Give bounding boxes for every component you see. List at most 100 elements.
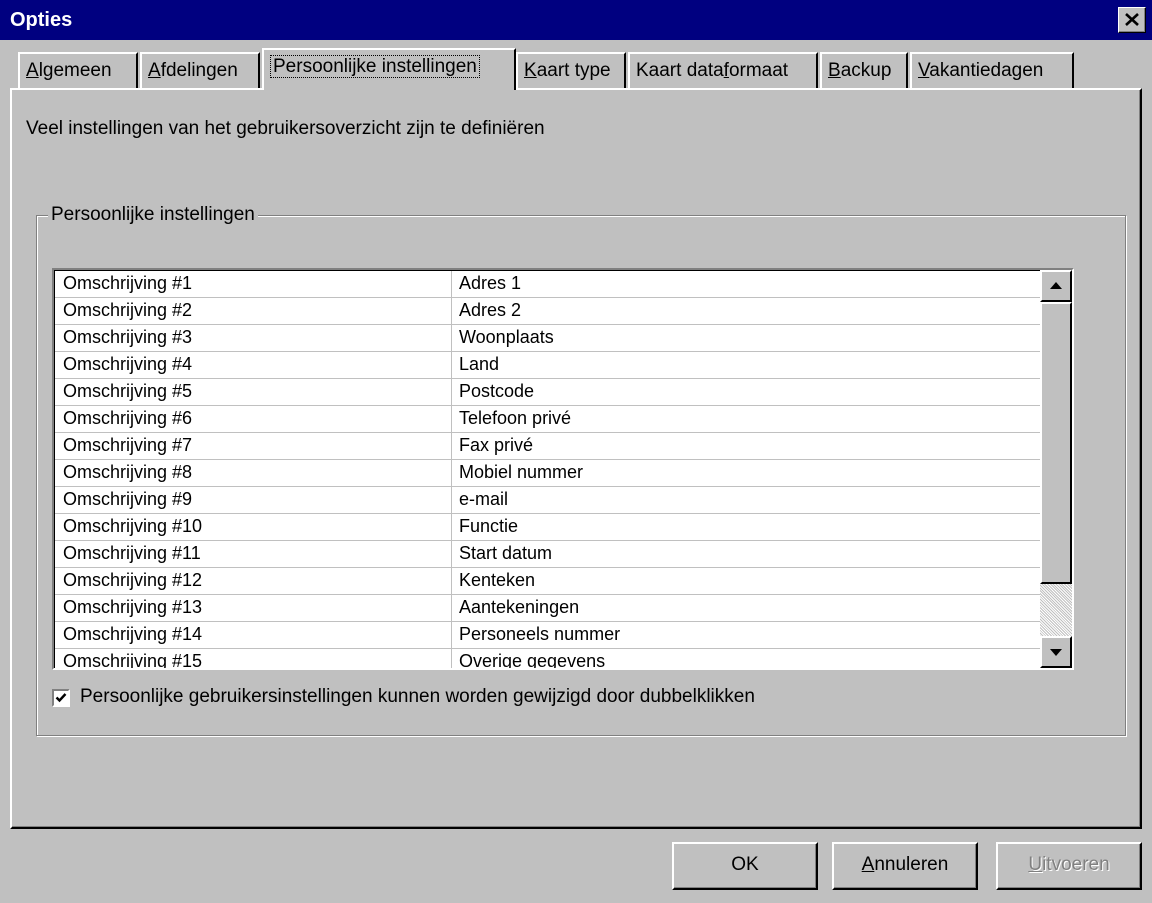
row-value: Kenteken bbox=[459, 570, 536, 590]
row-description: Omschrijving #1 bbox=[63, 273, 193, 293]
list-row[interactable]: Omschrijving #1 Adres 1 bbox=[55, 271, 1041, 298]
tab-label: A bbox=[26, 60, 39, 81]
scroll-down-button[interactable] bbox=[1040, 636, 1072, 668]
row-value: Personeels nummer bbox=[459, 624, 621, 644]
row-value: Aantekeningen bbox=[459, 597, 580, 617]
row-value: Telefoon privé bbox=[459, 408, 572, 428]
row-description: Omschrijving #8 bbox=[63, 462, 193, 482]
list-row[interactable]: Omschrijving #12 Kenteken bbox=[55, 568, 1041, 595]
list-row[interactable]: Omschrijving #6 Telefoon privé bbox=[55, 406, 1041, 433]
close-button[interactable] bbox=[1118, 7, 1146, 33]
row-value: Functie bbox=[459, 516, 519, 536]
tab-label: fdelingen bbox=[160, 60, 238, 81]
ok-button[interactable]: OK bbox=[672, 842, 818, 890]
column-separator bbox=[451, 352, 452, 379]
panel-description: Veel instellingen van het gebruikersover… bbox=[26, 118, 545, 139]
column-separator bbox=[451, 379, 452, 406]
row-description: Omschrijving #10 bbox=[63, 516, 203, 536]
tab-label: B bbox=[828, 60, 841, 81]
row-description: Omschrijving #4 bbox=[63, 354, 193, 374]
scrollbar-thumb[interactable] bbox=[1040, 302, 1072, 584]
row-value: Fax privé bbox=[459, 435, 534, 455]
list-row[interactable]: Omschrijving #7 Fax privé bbox=[55, 433, 1041, 460]
settings-list-rows: Omschrijving #1 Adres 1 Omschrijving #2 Adr… bbox=[54, 270, 1041, 669]
list-row[interactable]: Omschrijving #3 Woonplaats bbox=[55, 325, 1041, 352]
list-row[interactable]: Omschrijving #14 Personeels nummer bbox=[55, 622, 1041, 649]
apply-button[interactable]: Uitvoeren bbox=[996, 842, 1142, 890]
column-separator bbox=[451, 649, 452, 668]
edit-by-doubleclick-checkbox[interactable] bbox=[52, 689, 70, 707]
arrow-up-icon bbox=[1050, 282, 1062, 289]
tab-kaart-type[interactable]: Kaart type bbox=[516, 52, 626, 88]
groupbox-title: Persoonlijke instellingen bbox=[48, 204, 258, 226]
row-value: Woonplaats bbox=[459, 327, 554, 347]
apply-button-label: U bbox=[1028, 854, 1043, 875]
row-value: Adres 2 bbox=[459, 300, 522, 320]
row-description: Omschrijving #11 bbox=[63, 543, 201, 563]
row-description: Omschrijving #7 bbox=[63, 435, 193, 455]
tab-label: V bbox=[918, 60, 930, 81]
row-value: Mobiel nummer bbox=[459, 462, 584, 482]
tab-label: Persoonlijke instellingen bbox=[270, 55, 480, 78]
column-separator bbox=[451, 541, 452, 568]
list-row[interactable]: Omschrijving #5 Postcode bbox=[55, 379, 1041, 406]
list-row[interactable]: Omschrijving #11 Start datum bbox=[55, 541, 1041, 568]
cancel-button[interactable]: Annuleren bbox=[832, 842, 978, 890]
title-bar[interactable]: Opties bbox=[0, 0, 1152, 40]
window-title: Opties bbox=[10, 9, 73, 31]
tab-label: ormaat bbox=[728, 60, 789, 81]
tab-algemeen[interactable]: Algemeen bbox=[18, 52, 138, 88]
row-description: Omschrijving #3 bbox=[63, 327, 193, 347]
scrollbar-track-page-down[interactable] bbox=[1040, 584, 1072, 638]
row-value: Adres 1 bbox=[459, 273, 522, 293]
checkbox-label: Persoonlijke gebruikersinstellingen kunn… bbox=[80, 686, 755, 707]
ok-button-label: OK bbox=[731, 854, 759, 875]
column-separator bbox=[451, 460, 452, 487]
tab-label: K bbox=[524, 60, 537, 81]
tab-kaart-dataformaat[interactable]: Kaart dataformaat bbox=[628, 52, 818, 88]
tab-label: lgemeen bbox=[38, 60, 112, 81]
column-separator bbox=[451, 271, 452, 298]
tab-label: ackup bbox=[840, 60, 892, 81]
tab-afdelingen[interactable]: Afdelingen bbox=[140, 52, 260, 88]
close-icon bbox=[1125, 13, 1139, 26]
column-separator bbox=[451, 622, 452, 649]
list-row[interactable]: Omschrijving #10 Functie bbox=[55, 514, 1041, 541]
tab-persoonlijke-instellingen[interactable]: Persoonlijke instellingen bbox=[262, 48, 516, 90]
vertical-scrollbar[interactable] bbox=[1040, 270, 1072, 668]
column-separator bbox=[451, 487, 452, 514]
row-value: Overige gegevens bbox=[459, 651, 606, 669]
row-description: Omschrijving #13 bbox=[63, 597, 203, 617]
scroll-up-button[interactable] bbox=[1040, 270, 1072, 302]
column-separator bbox=[451, 298, 452, 325]
column-separator bbox=[451, 433, 452, 460]
settings-list[interactable]: Omschrijving #1 Adres 1 Omschrijving #2 Adr… bbox=[52, 268, 1074, 670]
column-separator bbox=[451, 595, 452, 622]
list-row[interactable]: Omschrijving #15 Overige gegevens bbox=[55, 649, 1041, 669]
list-row[interactable]: Omschrijving #9 e-mail bbox=[55, 487, 1041, 514]
row-description: Omschrijving #5 bbox=[63, 381, 193, 401]
list-row[interactable]: Omschrijving #8 Mobiel nummer bbox=[55, 460, 1041, 487]
column-separator bbox=[451, 514, 452, 541]
row-description: Omschrijving #12 bbox=[63, 570, 203, 590]
tab-vakantiedagen[interactable]: Vakantiedagen bbox=[910, 52, 1074, 88]
column-separator bbox=[451, 568, 452, 595]
row-value: Land bbox=[459, 354, 500, 374]
list-row[interactable]: Omschrijving #2 Adres 2 bbox=[55, 298, 1041, 325]
list-row[interactable]: Omschrijving #4 Land bbox=[55, 352, 1041, 379]
row-value: e-mail bbox=[459, 489, 509, 509]
list-row[interactable]: Omschrijving #13 Aantekeningen bbox=[55, 595, 1041, 622]
column-separator bbox=[451, 406, 452, 433]
row-description: Omschrijving #2 bbox=[63, 300, 193, 320]
cancel-button-label: A bbox=[861, 854, 875, 875]
cancel-button-label: nnuleren bbox=[874, 854, 949, 875]
row-description: Omschrijving #15 bbox=[63, 651, 203, 669]
row-value: Start datum bbox=[459, 543, 553, 563]
tab-label: A bbox=[148, 60, 161, 81]
tab-label: Kaart data bbox=[636, 60, 724, 81]
apply-button-label: itvoeren bbox=[1042, 854, 1110, 875]
tab-label: akantiedagen bbox=[929, 60, 1044, 81]
row-description: Omschrijving #6 bbox=[63, 408, 193, 428]
tab-backup[interactable]: Backup bbox=[820, 52, 908, 88]
row-description: Omschrijving #9 bbox=[63, 489, 193, 509]
